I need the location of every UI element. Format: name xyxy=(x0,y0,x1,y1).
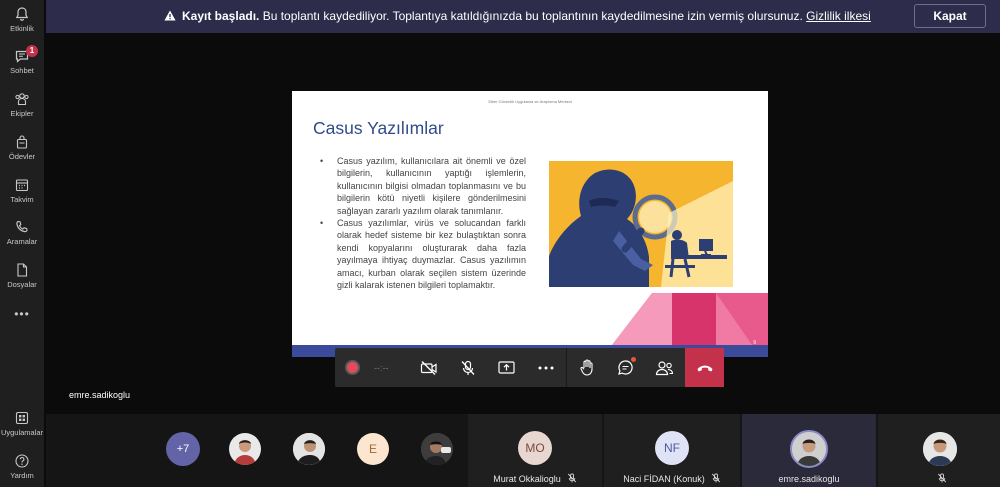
rail-item-calls[interactable]: Aramalar xyxy=(0,219,44,246)
bell-icon xyxy=(15,7,29,21)
mic-toggle-button[interactable] xyxy=(448,348,487,387)
meeting-controls: --:-- xyxy=(335,348,724,387)
participant-name-row xyxy=(878,473,1000,484)
participant-name: emre.sadikoglu xyxy=(778,474,840,484)
rail-item-teams[interactable]: Ekipler xyxy=(0,91,44,118)
rail-item-calendar[interactable]: Takvim xyxy=(0,177,44,204)
record-icon xyxy=(345,360,360,375)
raise-hand-button[interactable] xyxy=(567,348,606,387)
recording-started-text: Kayıt başladı. xyxy=(182,9,260,23)
participant-name-row: Naci FİDAN (Konuk) xyxy=(604,473,740,484)
camera-off-icon xyxy=(420,360,437,375)
shared-slide: Siber Güvenlik Uygulama ve Araştırma Mer… xyxy=(292,91,768,357)
person-photo-icon xyxy=(234,440,256,465)
rail-item-apps[interactable]: Uygulamalar xyxy=(0,410,44,437)
left-rail: Etkinlik 1 Sohbet Ekipler Ödevler Takvim… xyxy=(0,0,44,487)
spyware-illustration xyxy=(549,161,733,287)
slide-decoration xyxy=(612,293,768,345)
leave-call-button[interactable] xyxy=(685,348,724,387)
teams-icon xyxy=(15,93,29,106)
hang-up-icon xyxy=(697,365,712,371)
mic-off-icon xyxy=(567,473,576,483)
participant-tile[interactable] xyxy=(878,414,1000,487)
participant-name: Naci FİDAN (Konuk) xyxy=(623,474,705,484)
rail-item-label: Aramalar xyxy=(6,237,38,246)
more-actions-button[interactable] xyxy=(526,348,565,387)
mic-off-icon xyxy=(461,360,474,375)
participant-tile-active-speaker[interactable]: emre.sadikoglu xyxy=(742,414,876,487)
more-participants-button[interactable]: +7 xyxy=(166,432,200,466)
rail-item-help[interactable]: Yardım xyxy=(0,453,44,480)
rail-item-assignments[interactable]: Ödevler xyxy=(0,134,44,161)
rail-item-label: Uygulamalar xyxy=(0,428,44,437)
participant-avatar xyxy=(790,430,828,468)
privacy-policy-link[interactable]: Gizlilik ilkesi xyxy=(806,9,871,23)
recording-timer: --:-- xyxy=(374,362,389,373)
calendar-icon xyxy=(15,179,29,192)
warning-icon xyxy=(164,10,176,21)
more-icon: ••• xyxy=(14,307,30,321)
person-photo-icon xyxy=(792,432,826,466)
slide-page-number: 9 xyxy=(753,340,756,346)
person-photo-icon xyxy=(293,433,325,465)
participant-avatar[interactable]: E xyxy=(357,433,389,465)
camera-toggle-button[interactable] xyxy=(409,348,448,387)
participant-tile[interactable]: MO Murat Okkalioglu xyxy=(468,414,602,487)
chat-notification-dot xyxy=(631,357,636,362)
recording-indicator[interactable]: --:-- xyxy=(335,348,409,387)
assignments-icon xyxy=(16,135,28,149)
recording-banner: Kayıt başladı. Bu toplantı kaydediliyor.… xyxy=(46,0,1000,33)
slide-bullet: Casus yazılım, kullanıcılara ait önemli … xyxy=(320,155,526,217)
more-apps-button[interactable]: ••• xyxy=(0,307,44,321)
more-icon xyxy=(538,366,553,369)
participants-icon xyxy=(655,360,674,375)
slide-bullet: Casus yazılımlar, virüs ve solucandan fa… xyxy=(320,217,526,291)
unread-badge: 1 xyxy=(26,45,38,57)
slide-header: Siber Güvenlik Uygulama ve Araştırma Mer… xyxy=(488,99,572,104)
recording-notice: Kayıt başladı. Bu toplantı kaydediliyor.… xyxy=(164,9,871,23)
participant-name: Murat Okkalioglu xyxy=(493,474,561,484)
rail-item-label: Etkinlik xyxy=(10,24,34,33)
slide-title: Casus Yazılımlar xyxy=(313,118,444,138)
rail-item-label: Ekipler xyxy=(10,109,34,118)
rail-item-label: Sohbet xyxy=(10,66,34,75)
rail-item-files[interactable]: Dosyalar xyxy=(0,262,44,289)
presenter-name: emre.sadikoglu xyxy=(69,390,131,400)
participant-avatar xyxy=(923,432,957,466)
close-banner-button[interactable]: Kapat xyxy=(914,4,986,28)
rail-item-label: Dosyalar xyxy=(7,280,37,289)
participant-strip: +7 E MO Murat Okkalioglu NF Naci FİDAN (… xyxy=(46,414,1000,487)
participant-initials: NF xyxy=(655,431,689,465)
rail-item-label: Yardım xyxy=(10,471,34,480)
chat-button[interactable] xyxy=(606,348,645,387)
participant-name-row: Murat Okkalioglu xyxy=(468,473,602,484)
share-icon xyxy=(498,361,515,374)
participant-avatar[interactable] xyxy=(421,433,453,465)
phone-icon xyxy=(16,220,28,233)
participant-avatar[interactable] xyxy=(229,433,261,465)
rail-item-label: Ödevler xyxy=(8,152,36,161)
raise-hand-icon xyxy=(579,359,593,376)
person-photo-icon xyxy=(421,433,453,465)
rail-item-label: Takvim xyxy=(10,195,34,204)
recording-description: Bu toplantı kaydediliyor. Toplantıya kat… xyxy=(259,9,807,23)
share-screen-button[interactable] xyxy=(487,348,526,387)
rail-item-activity[interactable]: Etkinlik xyxy=(0,6,44,33)
apps-icon xyxy=(15,411,29,425)
participant-avatar[interactable] xyxy=(293,433,325,465)
person-photo-icon xyxy=(923,432,957,466)
participant-initials: MO xyxy=(518,431,552,465)
rail-item-chat[interactable]: 1 Sohbet xyxy=(0,45,44,75)
mic-off-icon xyxy=(711,473,720,483)
participant-tile[interactable]: NF Naci FİDAN (Konuk) xyxy=(604,414,740,487)
participants-button[interactable] xyxy=(645,348,684,387)
mic-off-icon xyxy=(937,473,947,483)
help-icon xyxy=(15,454,29,468)
slide-bullets: Casus yazılım, kullanıcılara ait önemli … xyxy=(320,155,526,291)
files-icon xyxy=(17,263,28,277)
teams-meeting-window: Etkinlik 1 Sohbet Ekipler Ödevler Takvim… xyxy=(0,0,1000,487)
